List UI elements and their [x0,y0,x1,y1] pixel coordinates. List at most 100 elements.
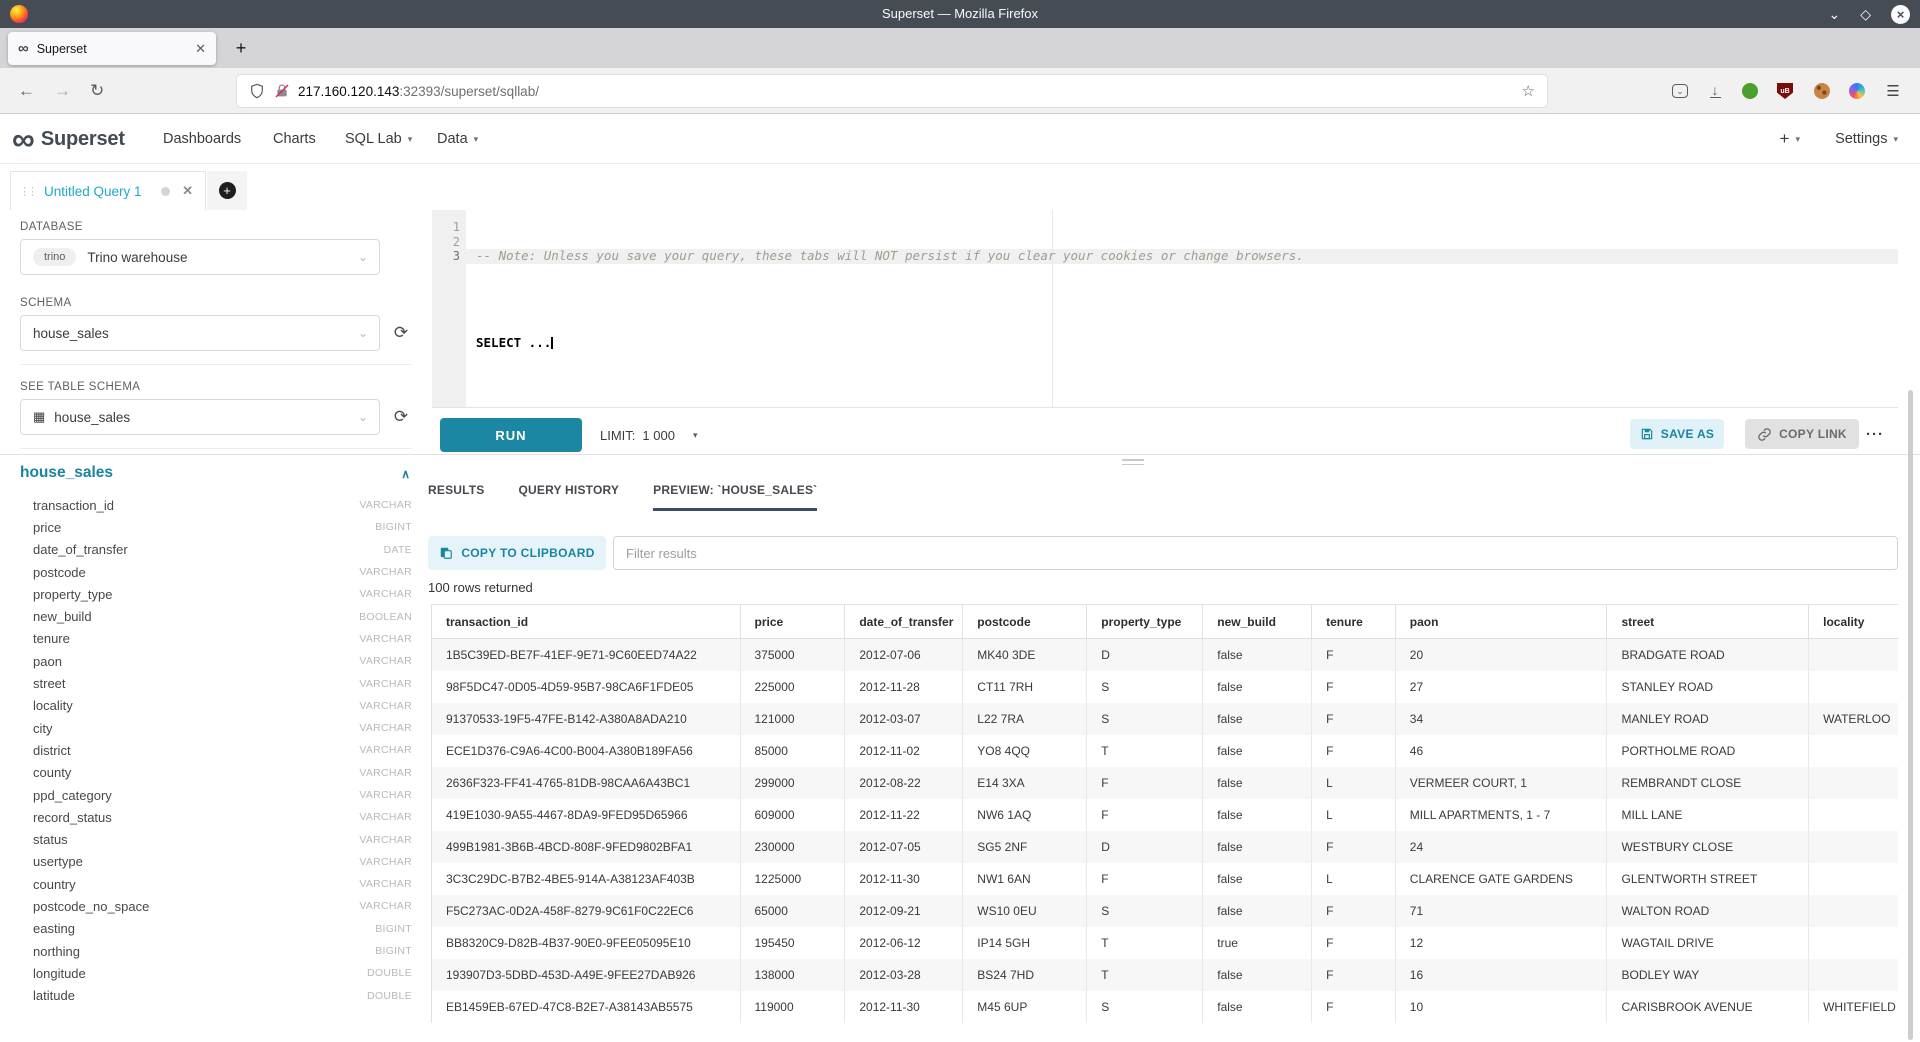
table-schema-header[interactable]: house_sales ∧ [20,464,412,482]
grid-cell: WATERLOO [1809,703,1898,735]
query-tab-title[interactable]: Untitled Query 1 [44,184,161,199]
schema-column-row: countyVARCHAR [20,762,412,784]
new-tab-button[interactable]: + [228,35,254,61]
grid-header-tenure[interactable]: tenure [1312,605,1396,639]
scrollbar[interactable] [1908,390,1913,1040]
add-query-tab-button[interactable]: + [207,171,247,210]
shield-permissions-icon[interactable] [249,83,265,99]
table-select[interactable]: ▦ house_sales ⌄ [20,399,380,435]
close-window-icon[interactable]: × [1891,5,1910,24]
column-name: paon [33,654,62,669]
forward-icon[interactable]: → [54,68,71,114]
run-button[interactable]: RUN [440,418,582,452]
limit-dropdown[interactable]: LIMIT: 1 000 ▾ [600,418,697,452]
chevron-up-icon[interactable]: ∧ [401,467,410,481]
column-type: VARCHAR [359,588,412,600]
maximize-icon[interactable]: ◇ [1860,7,1871,21]
reload-icon[interactable]: ↻ [90,68,104,114]
column-name: property_type [33,587,113,602]
nav-charts[interactable]: Charts [273,114,316,164]
grid-cell: S [1087,703,1203,735]
schema-column-row: usertypeVARCHAR [20,851,412,873]
grid-header-property_type[interactable]: property_type [1087,605,1203,639]
database-select[interactable]: trino Trino warehouse ⌄ [20,239,380,275]
grid-cell: 1B5C39ED-BE7F-41EF-9E71-9C60EED74A22 [432,639,741,671]
grid-header-transaction_id[interactable]: transaction_id [432,605,741,639]
minimize-icon[interactable]: ⌄ [1828,7,1840,21]
more-options-button[interactable]: ··· [1866,419,1884,449]
insecure-lock-icon[interactable] [274,83,290,99]
grid-cell [1809,895,1898,927]
close-query-tab-icon[interactable]: ✕ [182,183,193,199]
schema-column-row: longitudeDOUBLE [20,962,412,984]
grid-header-postcode[interactable]: postcode [963,605,1087,639]
grid-header-new_build[interactable]: new_build [1203,605,1312,639]
grid-cell: 499B1981-3B6B-4BCD-808F-9FED9802BFA1 [432,831,741,863]
superset-favicon-icon: ∞ [18,41,29,56]
grid-header-paon[interactable]: paon [1395,605,1607,639]
column-type: VARCHAR [359,633,412,645]
column-type: DATE [384,544,412,556]
grid-cell: 419E1030-9A55-4467-8DA9-9FED95D65966 [432,799,741,831]
grid-cell: CLARENCE GATE GARDENS [1395,863,1607,895]
results-tab[interactable]: PREVIEW: `HOUSE_SALES` [653,483,817,511]
nav-sql-lab[interactable]: SQL Lab▾ [345,114,412,164]
pane-divider[interactable] [0,454,1920,455]
limit-label: LIMIT: [600,428,635,443]
settings-menu[interactable]: Settings▾ [1835,114,1898,164]
schema-column-row: eastingBIGINT [20,918,412,940]
refresh-table-icon[interactable]: ⟳ [391,407,411,427]
column-type: VARCHAR [359,744,412,756]
downloads-icon[interactable]: ↓ [1704,80,1726,102]
nav-dashboards[interactable]: Dashboards [163,114,241,164]
save-as-label: SAVE AS [1661,427,1714,441]
back-icon[interactable]: ← [18,68,35,114]
grid-cell: BS24 7HD [963,959,1087,991]
ublock-icon[interactable]: uB [1774,80,1796,102]
grid-cell: false [1203,959,1312,991]
grid-cell: 3C3C29DC-B7B2-4BE5-914A-A38123AF403B [432,863,741,895]
column-name: new_build [33,609,92,624]
browser-tab-superset[interactable]: ∞ Superset ✕ [8,32,216,65]
pocket-icon[interactable]: ⌄ [1669,80,1691,102]
copy-link-button[interactable]: COPY LINK [1745,419,1859,449]
nav-data[interactable]: Data▾ [437,114,478,164]
column-type: VARCHAR [359,566,412,578]
editor-code[interactable]: -- Note: Unless you save your query, the… [476,220,1898,380]
bookmark-star-icon[interactable]: ☆ [1522,82,1535,100]
cookie-extension-icon[interactable] [1811,80,1833,102]
column-name: locality [33,698,73,713]
hamburger-menu-icon[interactable]: ☰ [1882,80,1904,102]
column-type: DOUBLE [367,967,412,979]
results-tab[interactable]: RESULTS [428,483,485,511]
query-tab[interactable]: ⋮⋮ Untitled Query 1 ✕ [10,171,206,210]
column-name: date_of_transfer [33,542,128,557]
filter-results-input[interactable] [613,536,1898,570]
save-as-button[interactable]: SAVE AS [1630,419,1724,449]
window-title: Superset — Mozilla Firefox [0,0,1920,28]
privacy-badger-icon[interactable] [1739,80,1761,102]
add-new-button[interactable]: +▾ [1780,114,1800,164]
grid-cell: 225000 [740,671,845,703]
schema-select[interactable]: house_sales ⌄ [20,315,380,351]
grid-header-date_of_transfer[interactable]: date_of_transfer [845,605,963,639]
schema-column-row: northingBIGINT [20,940,412,962]
url-field[interactable]: 217.160.120.143:32393/superset/sqllab/ ☆ [237,75,1547,107]
grid-header-street[interactable]: street [1607,605,1809,639]
results-grid[interactable]: transaction_idpricedate_of_transferpostc… [431,604,1898,1042]
sql-editor[interactable]: 1 2 3 -- Note: Unless you save your quer… [432,210,1898,408]
grid-header-price[interactable]: price [740,605,845,639]
close-tab-icon[interactable]: ✕ [195,41,206,57]
refresh-schema-icon[interactable]: ⟳ [391,323,411,343]
drag-handle-icon[interactable]: ⋮⋮ [19,185,35,198]
grid-cell: 46 [1395,735,1607,767]
resize-grip-icon[interactable] [1122,459,1144,468]
extension-icon[interactable] [1846,80,1868,102]
column-name: price [33,520,61,535]
superset-brand[interactable]: ∞ Superset [12,114,125,164]
results-tab[interactable]: QUERY HISTORY [519,483,620,511]
copy-to-clipboard-button[interactable]: COPY TO CLIPBOARD [428,536,606,570]
grid-header-locality[interactable]: locality [1809,605,1898,639]
grid-row: 98F5DC47-0D05-4D59-95B7-98CA6F1FDE052250… [432,671,1899,703]
column-type: BIGINT [375,923,412,935]
